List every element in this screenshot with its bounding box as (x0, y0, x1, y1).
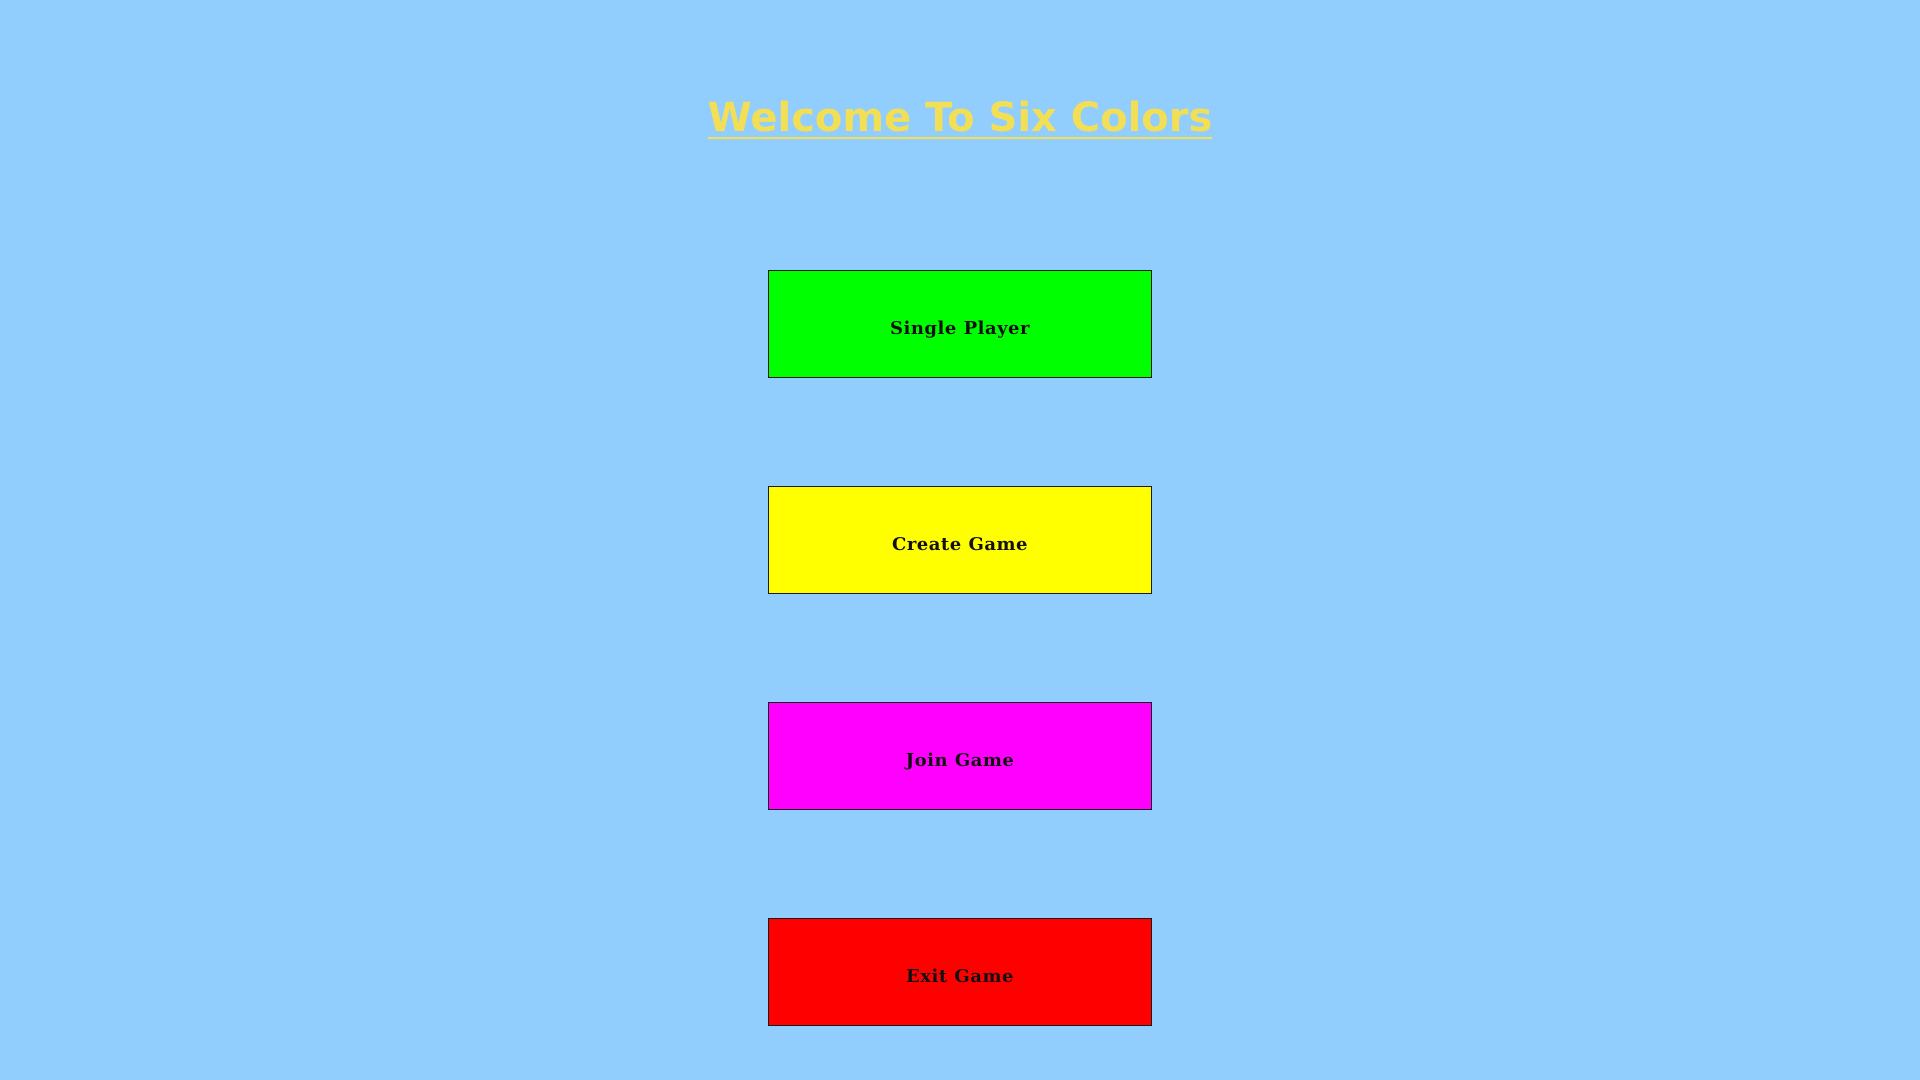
page-title: Welcome To Six Colors (707, 95, 1213, 141)
join-game-label: Join Game (905, 749, 1015, 771)
single-player-label: Single Player (890, 317, 1030, 339)
single-player-button[interactable]: Single Player (768, 270, 1152, 378)
join-game-button[interactable]: Join Game (768, 702, 1152, 810)
exit-game-label: Exit Game (906, 965, 1014, 987)
create-game-label: Create Game (892, 533, 1028, 555)
exit-game-button[interactable]: Exit Game (768, 918, 1152, 1026)
create-game-button[interactable]: Create Game (768, 486, 1152, 594)
